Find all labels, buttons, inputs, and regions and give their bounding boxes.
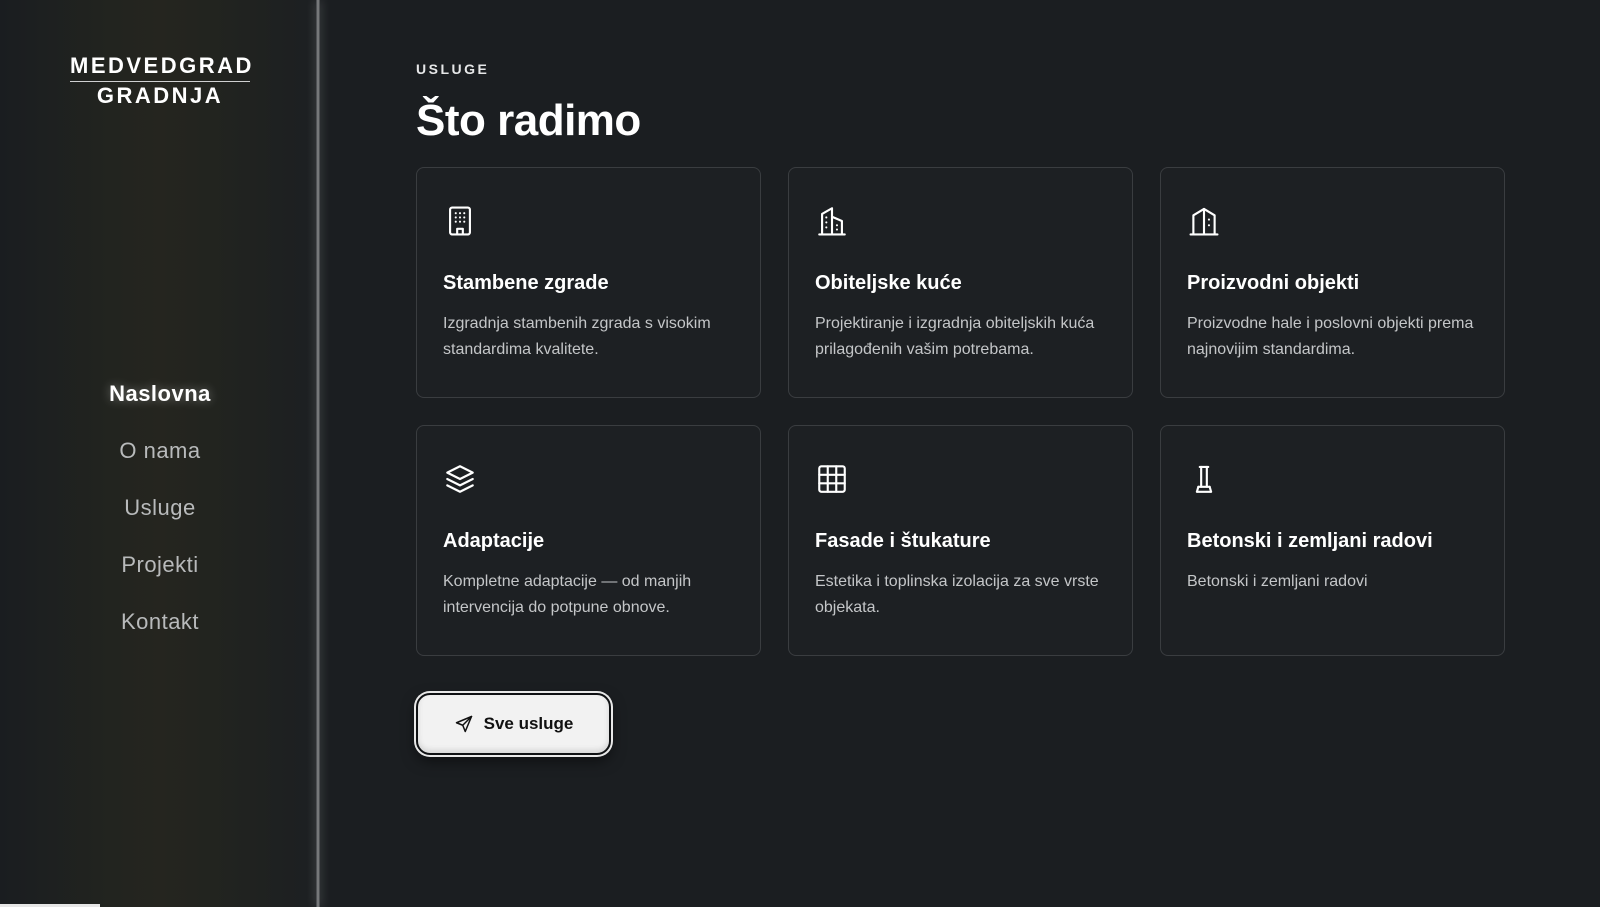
building-icon: [443, 204, 477, 238]
service-title: Adaptacije: [443, 530, 545, 552]
logo-line-2: GRADNJA: [96, 83, 224, 108]
sidebar: MEDVEDGRAD GRADNJA Naslovna O nama Uslug…: [0, 0, 320, 907]
service-title: Fasade i štukature: [815, 530, 991, 552]
service-description: Kompletne adaptacije — od manjih interve…: [443, 573, 692, 616]
section-title: Što radimo: [416, 96, 641, 145]
service-card-betonski-i-zemljani-radovi[interactable]: Betonski i zemljani radovi Betonski i ze…: [1160, 425, 1505, 656]
service-card-obiteljske-kuce[interactable]: Obiteljske kuće Projektiranje i izgradnj…: [788, 167, 1133, 398]
logo[interactable]: MEDVEDGRAD GRADNJA: [70, 52, 254, 110]
pillar-icon: [1187, 462, 1221, 496]
main-nav: Naslovna O nama Usluge Projekti Kontakt: [0, 372, 320, 657]
service-description: Proizvodne hale i poslovni objekti prema…: [1187, 315, 1474, 358]
services-grid: Stambene zgrade Izgradnja stambenih zgra…: [416, 167, 1505, 656]
all-services-label: Sve usluge: [483, 714, 574, 733]
service-title: Obiteljske kuće: [815, 272, 962, 294]
nav-item-kontakt[interactable]: Kontakt: [0, 600, 320, 657]
services-section: USLUGE Što radimo Stambene zgrade Izgrad…: [416, 0, 1516, 907]
nav-item-projekti[interactable]: Projekti: [0, 543, 320, 600]
section-eyebrow: USLUGE: [416, 61, 490, 77]
service-title: Proizvodni objekti: [1187, 272, 1360, 294]
nav-item-o-nama[interactable]: O nama: [0, 429, 320, 486]
service-title: Stambene zgrade: [443, 272, 609, 294]
nav-item-naslovna[interactable]: Naslovna: [0, 372, 320, 429]
service-description: Estetika i toplinska izolacija za sve vr…: [815, 573, 1099, 616]
nav-item-usluge[interactable]: Usluge: [0, 486, 320, 543]
service-card-stambene-zgrade[interactable]: Stambene zgrade Izgradnja stambenih zgra…: [416, 167, 761, 398]
service-title: Betonski i zemljani radovi: [1187, 530, 1433, 552]
grid-icon: [815, 462, 849, 496]
service-card-adaptacije[interactable]: Adaptacije Kompletne adaptacije — od man…: [416, 425, 761, 656]
service-card-fasade-i-stukature[interactable]: Fasade i štukature Estetika i toplinska …: [788, 425, 1133, 656]
service-description: Izgradnja stambenih zgrada s visokim sta…: [443, 315, 711, 358]
layers-icon: [443, 462, 477, 496]
factory-icon: [1187, 204, 1221, 238]
sidebar-divider: [316, 0, 320, 907]
houses-icon: [815, 204, 849, 238]
all-services-button[interactable]: Sve usluge: [416, 693, 611, 755]
logo-line-1: MEDVEDGRAD: [70, 53, 254, 78]
service-description: Projektiranje i izgradnja obiteljskih ku…: [815, 315, 1095, 358]
send-icon: [454, 714, 474, 734]
service-description: Betonski i zemljani radovi: [1187, 573, 1368, 590]
service-card-proizvodni-objekti[interactable]: Proizvodni objekti Proizvodne hale i pos…: [1160, 167, 1505, 398]
